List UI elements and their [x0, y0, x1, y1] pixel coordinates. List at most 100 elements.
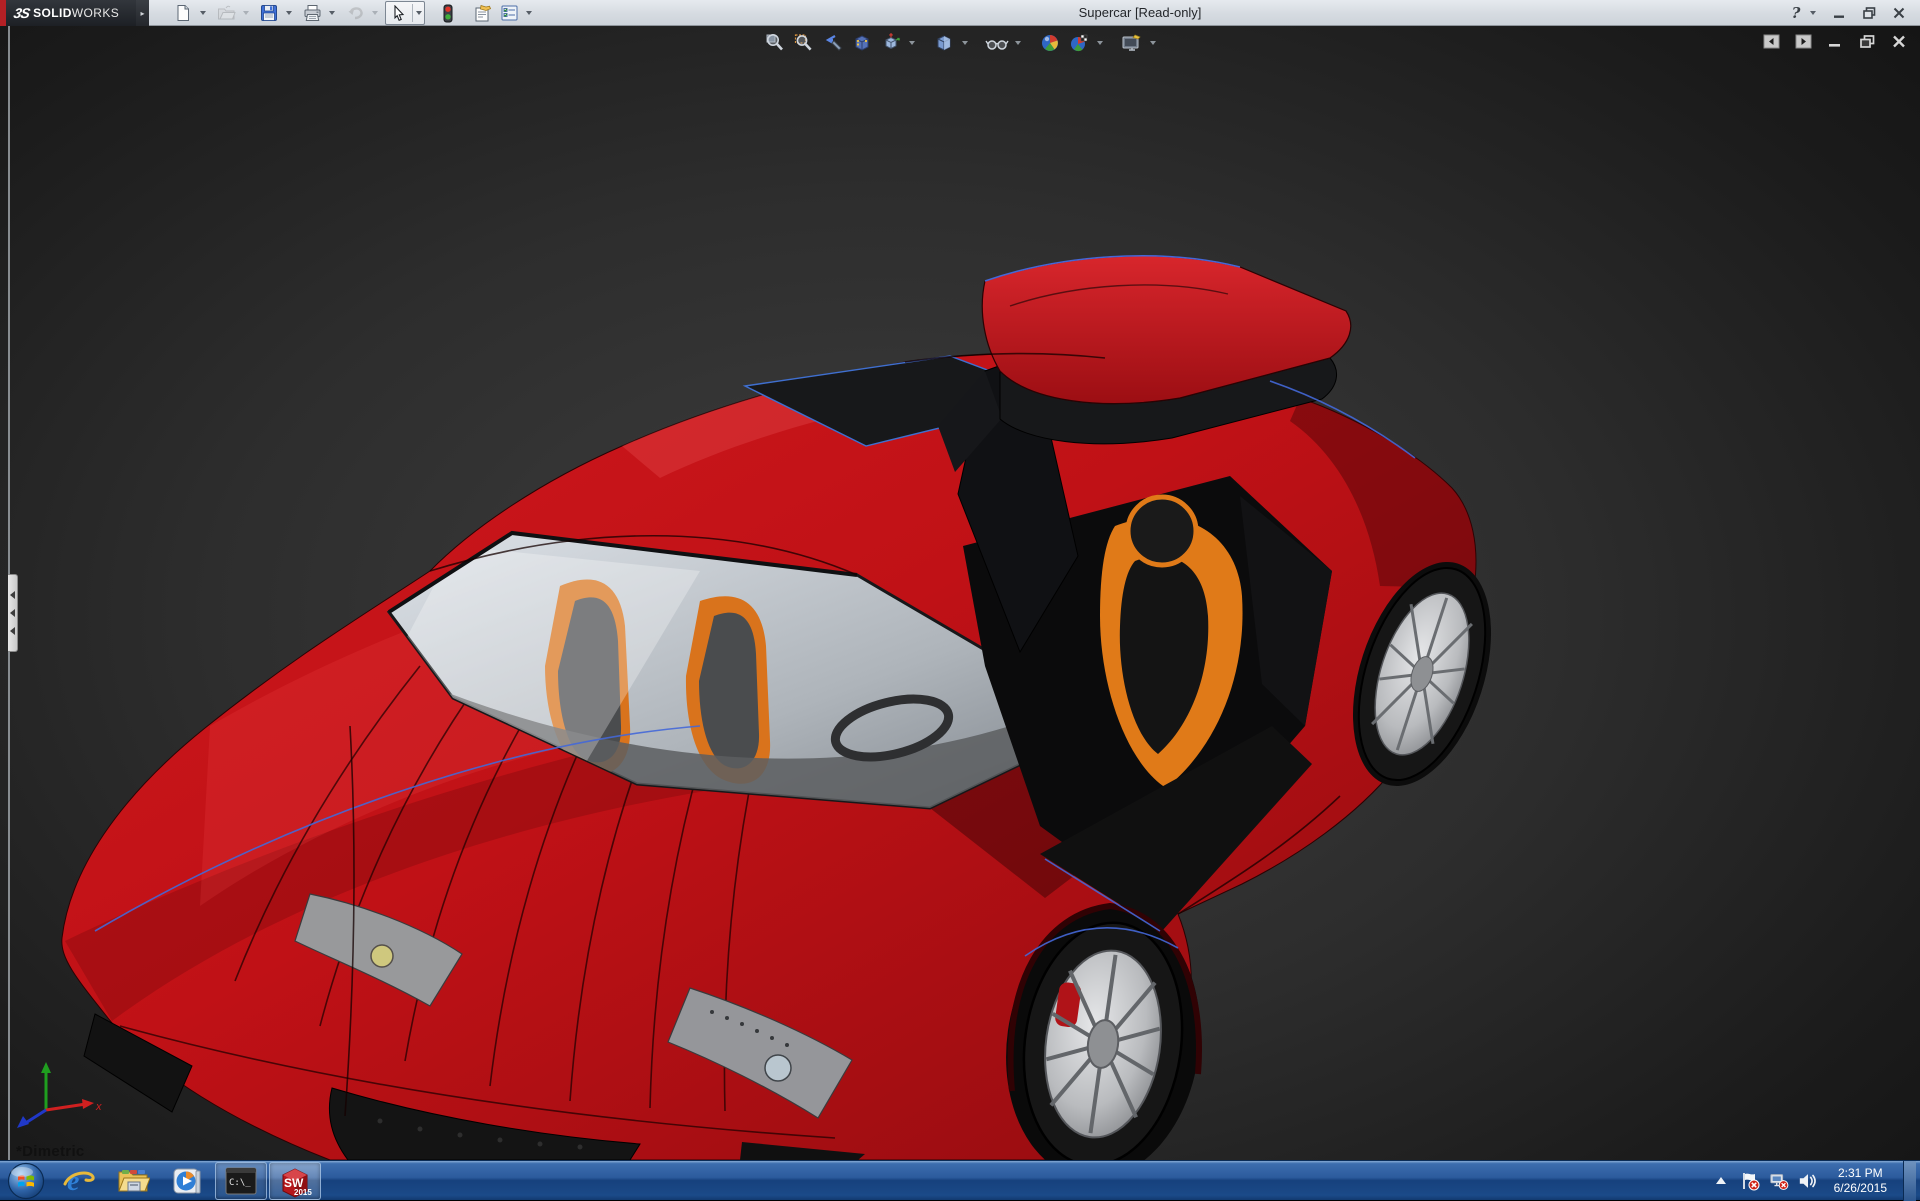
taskbar-internet-explorer[interactable]: e — [53, 1162, 105, 1200]
rebuild-traffic-light-icon — [442, 4, 454, 23]
expand-task-pane-button[interactable] — [1792, 32, 1814, 50]
minimize-icon — [1833, 7, 1845, 19]
view-orientation-button[interactable] — [878, 30, 904, 56]
action-center-flag-icon — [1740, 1171, 1760, 1191]
apply-scene-dropdown[interactable] — [1095, 30, 1105, 56]
zoom-to-area-icon — [793, 32, 815, 54]
section-view-icon — [851, 32, 873, 54]
expand-display-pane-icon — [1763, 34, 1780, 49]
expand-display-pane-button[interactable] — [1760, 32, 1782, 50]
graphics-area[interactable]: x *Dimetric — [0, 26, 1920, 1160]
taskbar-solidworks[interactable]: SW 2015 — [269, 1162, 321, 1200]
new-document-icon — [174, 4, 192, 22]
save-dropdown[interactable] — [283, 2, 294, 24]
show-hidden-icons-icon — [1714, 1175, 1728, 1187]
select-dropdown[interactable] — [413, 2, 424, 24]
doc-restore-button[interactable] — [1856, 32, 1878, 50]
edit-appearance-button[interactable] — [1037, 30, 1063, 56]
headsup-view-toolbar — [762, 30, 1158, 56]
view-settings-dropdown[interactable] — [1148, 30, 1158, 56]
logo-3s-glyph: 3S — [12, 5, 31, 21]
open-dropdown[interactable] — [240, 2, 251, 24]
svg-text:C:\_: C:\_ — [229, 1178, 251, 1188]
edit-appearance-icon — [1039, 32, 1061, 54]
show-desktop-button[interactable] — [1903, 1161, 1916, 1201]
undo-button[interactable] — [342, 2, 368, 24]
section-view-button[interactable] — [849, 30, 875, 56]
undo-icon — [346, 4, 365, 22]
clock-time: 2:31 PM — [1834, 1166, 1887, 1181]
zoom-to-fit-button[interactable] — [762, 30, 788, 56]
title-bar: 3S SOLIDWORKS ▸ — [0, 0, 1920, 26]
triad-x-label: x — [95, 1101, 102, 1113]
apply-scene-button[interactable] — [1066, 30, 1092, 56]
internet-explorer-icon: e — [62, 1164, 96, 1198]
close-icon — [1893, 7, 1905, 19]
doc-minimize-button[interactable] — [1824, 32, 1846, 50]
show-hidden-icons-button[interactable] — [1711, 1161, 1731, 1201]
minimize-button[interactable] — [1826, 2, 1852, 24]
print-dropdown[interactable] — [326, 2, 337, 24]
seat-headrest — [1128, 497, 1196, 565]
svg-text:e: e — [67, 1166, 79, 1197]
zoom-to-fit-icon — [764, 32, 786, 54]
taskbar-clock[interactable]: 2:31 PM 6/26/2015 — [1827, 1161, 1894, 1201]
doc-minimize-icon — [1828, 35, 1842, 48]
print-button[interactable] — [299, 2, 325, 24]
print-icon — [303, 4, 322, 22]
help-button[interactable]: ? — [1783, 2, 1809, 24]
start-button[interactable] — [0, 1161, 52, 1201]
select-cursor-icon — [391, 5, 407, 22]
zoom-to-area-button[interactable] — [791, 30, 817, 56]
view-orientation-icon — [880, 32, 902, 54]
undo-dropdown[interactable] — [369, 2, 380, 24]
menu-expand-arrow[interactable]: ▸ — [136, 0, 149, 26]
taskbar-windows-explorer[interactable] — [107, 1162, 159, 1200]
help-icon: ? — [1792, 4, 1801, 22]
view-settings-icon — [1120, 32, 1144, 54]
rebuild-button[interactable] — [435, 2, 461, 24]
close-button[interactable] — [1886, 2, 1912, 24]
clock-date: 6/26/2015 — [1834, 1181, 1887, 1196]
apply-scene-icon — [1068, 32, 1091, 54]
command-prompt-icon: C:\_ — [224, 1166, 258, 1196]
select-button[interactable] — [386, 2, 412, 24]
options-dropdown[interactable] — [523, 2, 534, 24]
solidworks-logo: 3S SOLIDWORKS — [6, 0, 136, 26]
hide-show-items-button[interactable] — [984, 30, 1010, 56]
save-button[interactable] — [256, 2, 282, 24]
new-dropdown[interactable] — [197, 2, 208, 24]
windows-explorer-icon — [116, 1164, 150, 1198]
help-dropdown[interactable] — [1807, 2, 1818, 24]
previous-view-button[interactable] — [820, 30, 846, 56]
select-tool-group — [385, 1, 425, 25]
restore-icon — [1863, 7, 1876, 19]
view-orientation-dropdown[interactable] — [907, 30, 917, 56]
speaker-icon — [1798, 1171, 1818, 1191]
view-settings-button[interactable] — [1119, 30, 1145, 56]
network-error-icon — [1769, 1171, 1789, 1191]
file-properties-icon — [472, 4, 492, 22]
document-window-controls — [1760, 32, 1910, 50]
network-status-button[interactable] — [1769, 1161, 1789, 1201]
options-button[interactable] — [496, 2, 522, 24]
supercar-model[interactable] — [0, 26, 1920, 1160]
doc-close-button[interactable] — [1888, 32, 1910, 50]
taskbar-media-player[interactable] — [161, 1162, 213, 1200]
volume-button[interactable] — [1798, 1161, 1818, 1201]
display-style-button[interactable] — [931, 30, 957, 56]
file-properties-button[interactable] — [469, 2, 495, 24]
windows-start-icon — [7, 1162, 45, 1200]
open-icon — [217, 4, 236, 22]
restore-button[interactable] — [1856, 2, 1882, 24]
new-document-button[interactable] — [170, 2, 196, 24]
taskbar: e C — [0, 1160, 1920, 1200]
system-tray: 2:31 PM 6/26/2015 — [1711, 1161, 1920, 1200]
display-style-dropdown[interactable] — [960, 30, 970, 56]
expand-task-pane-icon — [1795, 34, 1812, 49]
open-button[interactable] — [213, 2, 239, 24]
svg-text:2015: 2015 — [294, 1188, 312, 1197]
action-center-button[interactable] — [1740, 1161, 1760, 1201]
hide-show-items-dropdown[interactable] — [1013, 30, 1023, 56]
taskbar-command-prompt[interactable]: C:\_ — [215, 1162, 267, 1200]
